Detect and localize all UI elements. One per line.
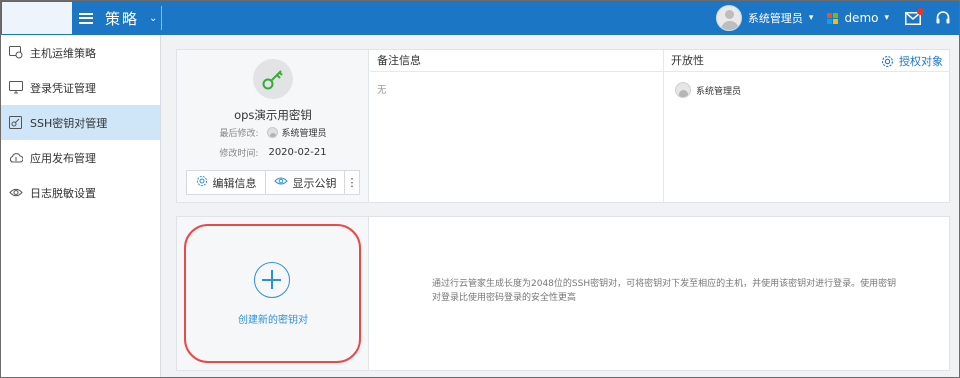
sidebar-item-label: SSH密钥对管理 <box>30 116 108 130</box>
sidebar-item-label: 登录凭证管理 <box>30 81 96 95</box>
top-bar: 策略 ⌄ 系统管理员 ▾ demo ▾ <box>1 1 959 35</box>
host-policy-icon <box>9 46 23 59</box>
create-key-card: 创建新的密钥对 通过行云管家生成长度为2048位的SSH密钥对，可将密钥对下发至… <box>176 216 950 371</box>
ssh-key-icon <box>9 116 23 129</box>
gear-icon <box>196 175 208 190</box>
user-name[interactable]: 系统管理员 <box>748 10 803 26</box>
key-summary: ops演示用密钥 最后修改: 系统管理员 修改时间: 2020-02-21 编辑 <box>177 50 369 202</box>
create-key-button[interactable]: 创建新的密钥对 <box>177 217 369 370</box>
hamburger-icon[interactable] <box>79 12 93 24</box>
last-modified-row: 最后修改: 系统管理员 <box>177 126 369 139</box>
key-action-bar: 编辑信息 显示公钥 ⋮ <box>186 170 360 195</box>
mail-icon[interactable] <box>905 7 924 25</box>
key-name: ops演示用密钥 <box>234 108 312 122</box>
modified-time-row: 修改时间: 2020-02-21 <box>177 146 369 159</box>
gear-icon <box>881 55 894 67</box>
owner-name: 系统管理员 <box>696 86 742 97</box>
sidebar-item-ssh-keys[interactable]: SSH密钥对管理 <box>1 105 160 140</box>
tenant-logo-icon <box>827 12 839 24</box>
ssh-key-card: ops演示用密钥 最后修改: 系统管理员 修改时间: 2020-02-21 编辑 <box>176 49 950 203</box>
main-content: ops演示用密钥 最后修改: 系统管理员 修改时间: 2020-02-21 编辑 <box>161 35 959 377</box>
sidebar-item-credentials[interactable]: 登录凭证管理 <box>1 70 160 105</box>
tenant-name[interactable]: demo <box>844 11 878 25</box>
sidebar-item-label: 日志脱敏设置 <box>30 186 96 200</box>
headset-icon[interactable] <box>935 10 951 26</box>
owner-entry: 系统管理员 <box>675 82 741 98</box>
last-modified-label: 最后修改: <box>219 129 259 139</box>
create-key-description: 通过行云管家生成长度为2048位的SSH密钥对，可将密钥对下发至相应的主机，并使… <box>432 279 897 303</box>
last-modified-by: 系统管理员 <box>281 129 327 139</box>
avatar <box>675 82 691 98</box>
modified-time: 2020-02-21 <box>268 147 327 158</box>
policy-menu-button[interactable]: 策略 ⌄ <box>75 1 171 35</box>
sidebar-item-host-policy[interactable]: 主机运维策略 <box>1 35 160 70</box>
chevron-down-icon[interactable]: ▾ <box>884 13 889 23</box>
highlight-ring <box>184 224 361 363</box>
notes-header: 备注信息 <box>370 50 664 72</box>
app-window: 策略 ⌄ 系统管理员 ▾ demo ▾ 主机运维策略 登录凭证管理 SSH密钥对… <box>0 0 960 378</box>
show-pubkey-button[interactable]: 显示公钥 <box>266 171 345 194</box>
logo <box>2 2 72 34</box>
credential-icon <box>9 81 23 94</box>
more-actions-button[interactable]: ⋮ <box>345 171 359 194</box>
avatar[interactable] <box>715 5 742 31</box>
divider <box>161 6 162 30</box>
sidebar-item-label: 主机运维策略 <box>30 46 96 60</box>
edit-info-button[interactable]: 编辑信息 <box>187 171 266 194</box>
column-divider <box>663 50 664 202</box>
sidebar-item-label: 应用发布管理 <box>30 151 96 165</box>
notification-dot <box>917 7 924 15</box>
chevron-down-icon[interactable]: ▾ <box>809 13 814 23</box>
chevron-down-icon: ⌄ <box>149 12 158 24</box>
avatar <box>266 127 278 138</box>
top-right-controls: 系统管理员 ▾ demo ▾ <box>715 1 951 35</box>
notes-value: 无 <box>377 85 387 96</box>
modified-time-label: 修改时间: <box>219 149 259 159</box>
eye-icon <box>273 176 288 189</box>
key-badge <box>253 59 293 99</box>
sidebar-item-app-publish[interactable]: 应用发布管理 <box>1 140 160 175</box>
cloud-app-icon <box>9 151 24 164</box>
sidebar: 主机运维策略 登录凭证管理 SSH密钥对管理 应用发布管理 日志脱敏设置 <box>1 35 161 377</box>
sidebar-item-log-masking[interactable]: 日志脱敏设置 <box>1 175 160 210</box>
eye-icon <box>9 186 23 199</box>
menu-title: 策略 <box>105 9 140 28</box>
authorize-objects-link[interactable]: 授权对象 <box>881 50 943 72</box>
